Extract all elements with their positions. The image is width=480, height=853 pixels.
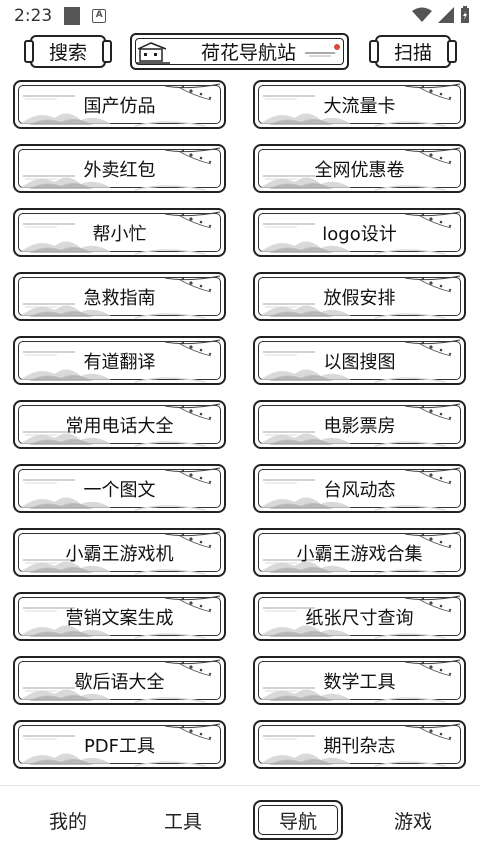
nav-card-label: 一个图文 (83, 479, 156, 501)
status-bar: 2:23 A (0, 0, 480, 32)
search-button[interactable]: 搜索 (24, 35, 112, 68)
header: 搜索 荷花导航站 扫描 (0, 32, 480, 74)
nav-card[interactable]: 纸张尺寸查询 (253, 592, 466, 641)
nav-card-label: 纸张尺寸查询 (305, 607, 414, 629)
wifi-icon (412, 7, 432, 22)
status-time: 2:23 (14, 6, 53, 26)
nav-card[interactable]: 以图搜图 (253, 336, 466, 385)
nav-card[interactable]: 急救指南 (13, 272, 226, 321)
scan-label: 扫描 (393, 42, 432, 64)
nav-card[interactable]: 常用电话大全 (13, 400, 226, 449)
pavilion-icon (136, 42, 170, 64)
nav-card[interactable]: 小霸王游戏合集 (253, 528, 466, 577)
nav-card-label: 国产仿品 (83, 95, 156, 117)
nav-tab-tools[interactable]: 工具 (143, 800, 223, 840)
search-label: 搜索 (48, 42, 87, 64)
nav-card[interactable]: logo设计 (253, 208, 466, 257)
nav-card[interactable]: 有道翻译 (13, 336, 226, 385)
signal-icon (438, 7, 454, 23)
nav-tab-navigation[interactable]: 导航 (253, 800, 343, 840)
nav-card-label: 台风动态 (323, 479, 396, 501)
bottom-nav: 我的 工具 导航 游戏 (0, 785, 480, 853)
nav-card-label: logo设计 (322, 223, 397, 245)
nav-card[interactable]: 电影票房 (253, 400, 466, 449)
nav-card-label: 外卖红包 (83, 159, 156, 181)
app-title-box: 荷花导航站 (130, 33, 349, 70)
nav-card-label: 期刊杂志 (323, 735, 396, 757)
scan-button[interactable]: 扫描 (369, 35, 457, 68)
nav-card-label: 营销文案生成 (65, 607, 174, 629)
notification-square-icon (64, 7, 81, 25)
nav-card-label: 以图搜图 (323, 351, 396, 373)
nav-tab-label: 游戏 (393, 810, 432, 833)
nav-card-label: 常用电话大全 (65, 415, 174, 437)
nav-card[interactable]: 放假安排 (253, 272, 466, 321)
nav-card-label: 放假安排 (323, 287, 396, 309)
nav-card[interactable]: 一个图文 (13, 464, 226, 513)
battery-icon (461, 6, 469, 23)
nav-card[interactable]: 期刊杂志 (253, 720, 466, 769)
nav-card[interactable]: 全网优惠卷 (253, 144, 466, 193)
nav-card-label: 电影票房 (323, 415, 396, 437)
nav-card-label: 全网优惠卷 (314, 159, 405, 181)
page-title: 荷花导航站 (200, 42, 296, 64)
nav-card-label: 大流量卡 (323, 95, 396, 117)
nav-card-label: 有道翻译 (83, 351, 156, 373)
nav-tab-label: 导航 (278, 810, 317, 833)
nav-tab-games[interactable]: 游戏 (373, 800, 453, 840)
nav-card[interactable]: 台风动态 (253, 464, 466, 513)
nav-card-label: 歇后语大全 (74, 671, 165, 693)
nav-tab-label: 工具 (163, 810, 202, 833)
nav-card-label: 急救指南 (83, 287, 156, 309)
nav-tab-label: 我的 (48, 810, 87, 833)
nav-card[interactable]: 小霸王游戏机 (13, 528, 226, 577)
seal-deco-icon (305, 44, 340, 57)
nav-card-label: PDF工具 (83, 735, 156, 757)
nav-card[interactable]: 国产仿品 (13, 80, 226, 129)
nav-tab-mine[interactable]: 我的 (28, 800, 108, 840)
nav-card[interactable]: 数学工具 (253, 656, 466, 705)
nav-card[interactable]: 歇后语大全 (13, 656, 226, 705)
nav-card[interactable]: 外卖红包 (13, 144, 226, 193)
nav-card[interactable]: PDF工具 (13, 720, 226, 769)
nav-card-label: 帮小忙 (92, 223, 147, 245)
nav-card[interactable]: 帮小忙 (13, 208, 226, 257)
nav-card[interactable]: 大流量卡 (253, 80, 466, 129)
nav-card-label: 小霸王游戏合集 (296, 543, 423, 565)
nav-card[interactable]: 营销文案生成 (13, 592, 226, 641)
notification-a-icon: A (92, 9, 107, 23)
nav-card-label: 数学工具 (323, 671, 396, 693)
nav-card-label: 小霸王游戏机 (65, 543, 174, 565)
